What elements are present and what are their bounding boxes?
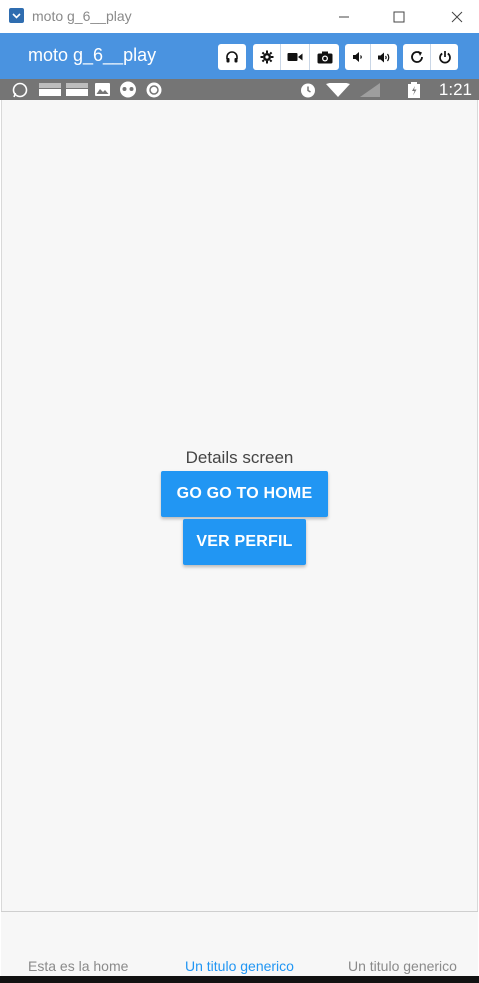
go-home-button[interactable]: GO GO TO HOME: [161, 471, 328, 517]
power-icon: [438, 51, 451, 64]
app-notification-icon: [146, 82, 162, 98]
android-statusbar: 1:21: [0, 79, 479, 100]
maximize-icon: [393, 11, 405, 22]
screen-heading: Details screen: [185, 448, 294, 467]
tab-titulo-generico-active[interactable]: Un titulo generico: [185, 958, 294, 974]
battery-charging-icon: [408, 82, 420, 98]
window-title: moto g_6__play: [32, 8, 132, 24]
tab-home[interactable]: Esta es la home: [28, 958, 128, 974]
close-icon: [451, 11, 463, 22]
ver-perfil-button[interactable]: VER PERFIL: [183, 519, 306, 565]
rotate-button[interactable]: [403, 50, 430, 64]
screenrecord-button[interactable]: [281, 51, 309, 63]
status-clock: 1:21: [438, 80, 472, 99]
alarm-icon: [301, 83, 315, 98]
game-controller-icon: [120, 81, 136, 98]
camera-icon: [317, 51, 332, 63]
volume-down-button[interactable]: [345, 51, 370, 63]
radio-rock-icon: [39, 83, 61, 96]
settings-button[interactable]: [253, 50, 280, 64]
toolbar-title: moto g_6__play: [28, 45, 157, 65]
wifi-icon: [326, 83, 350, 97]
screenshot-button[interactable]: [310, 51, 339, 64]
volume-button-group: [345, 44, 397, 70]
settings-icon: [260, 50, 273, 64]
app-screen: Details screen GO GO TO HOME VER PERFIL: [1, 100, 478, 976]
maximize-button[interactable]: [373, 0, 425, 33]
device-button-group: [403, 44, 458, 70]
power-button[interactable]: [431, 50, 458, 64]
device-bottom-edge: [0, 976, 479, 983]
app-icon: [9, 8, 24, 23]
window-titlebar: moto g_6__play: [0, 0, 479, 33]
bottom-tab-bar: Esta es la home Un titulo generico Un ti…: [1, 911, 478, 976]
image-icon: [95, 83, 110, 96]
signal-icon: [360, 83, 380, 97]
headphones-icon: [226, 51, 238, 63]
whatsapp-icon: [12, 82, 28, 98]
close-button[interactable]: [431, 0, 479, 33]
minimize-icon: [339, 16, 349, 17]
radio-rock-icon: [66, 83, 88, 96]
volume-up-button[interactable]: [371, 51, 397, 64]
emulator-toolbar: moto g_6__play: [0, 33, 479, 79]
volume-down-icon: [352, 52, 362, 62]
camera-video-icon: [287, 53, 303, 61]
tab-titulo-generico[interactable]: Un titulo generico: [348, 958, 457, 974]
rotate-icon: [410, 51, 423, 63]
media-button-group: [253, 44, 339, 70]
headphones-button[interactable]: [218, 44, 246, 70]
minimize-button[interactable]: [318, 0, 370, 33]
volume-up-icon: [377, 52, 389, 62]
